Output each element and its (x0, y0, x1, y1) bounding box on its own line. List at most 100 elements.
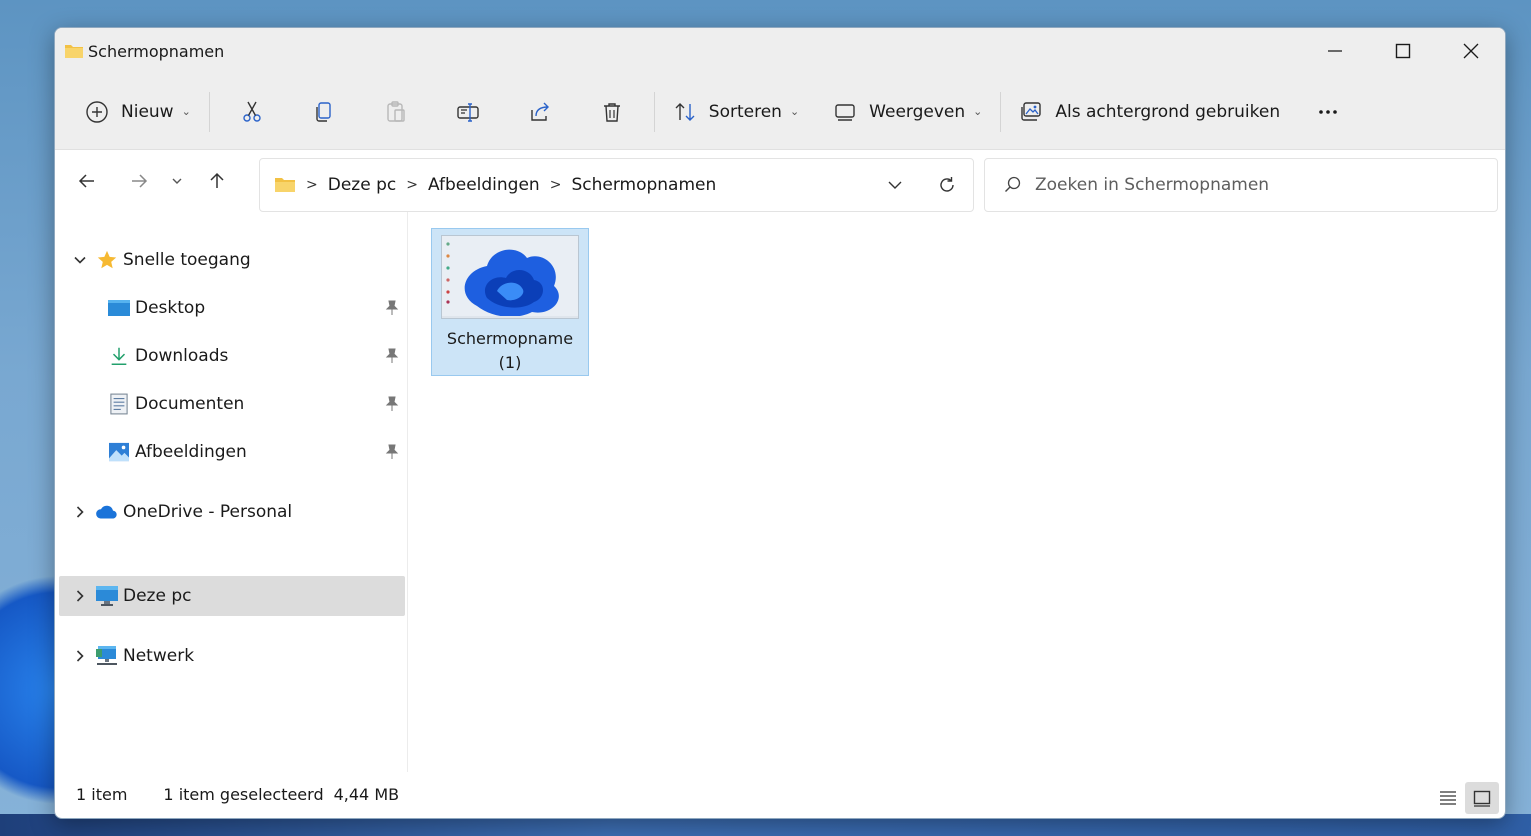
copy-icon (316, 101, 331, 122)
sort-arrows-icon (675, 102, 695, 121)
download-arrow-icon (107, 345, 131, 367)
sidebar-item-documents[interactable]: Documenten (59, 384, 405, 424)
new-button[interactable]: Nieuw ⌄ (73, 90, 203, 134)
pin-icon[interactable] (383, 347, 401, 365)
network-icon (95, 645, 119, 667)
star-icon (95, 249, 119, 271)
refresh-button[interactable] (921, 159, 973, 211)
share-button[interactable] (504, 90, 576, 134)
chevron-down-icon[interactable] (65, 254, 95, 266)
maximize-button[interactable] (1369, 28, 1437, 74)
wallpaper-icon (1021, 101, 1042, 121)
pictures-icon (107, 441, 131, 463)
breadcrumb-item-this-pc[interactable]: Deze pc (328, 175, 396, 195)
large-icons-view-button[interactable] (1465, 782, 1499, 814)
close-button[interactable] (1437, 28, 1505, 74)
trash-icon (603, 102, 620, 122)
chevron-down-icon: ⌄ (973, 105, 983, 118)
breadcrumb: > Deze pc > Afbeeldingen > Schermopnamen (274, 175, 716, 195)
chevron-right-icon[interactable] (65, 506, 95, 518)
sidebar-item-onedrive[interactable]: OneDrive - Personal (59, 492, 405, 532)
view-icon (835, 103, 855, 121)
pane-splitter[interactable] (407, 212, 408, 772)
sidebar-item-this-pc[interactable]: Deze pc (59, 576, 405, 616)
forward-button[interactable] (116, 161, 162, 201)
view-button[interactable]: Weergeven ⌄ (821, 90, 994, 134)
cut-button[interactable] (216, 90, 288, 134)
pin-icon[interactable] (383, 395, 401, 413)
minimize-button[interactable] (1301, 28, 1369, 74)
refresh-icon (940, 177, 954, 192)
paste-button[interactable] (360, 90, 432, 134)
set-as-background-button[interactable]: Als achtergrond gebruiken (1007, 90, 1292, 134)
recent-locations-button[interactable] (162, 161, 192, 201)
sidebar-item-label: Documenten (135, 394, 245, 414)
window-title: Schermopnamen (88, 41, 225, 61)
back-button[interactable] (64, 161, 110, 201)
delete-button[interactable] (576, 90, 648, 134)
rename-icon (457, 102, 479, 122)
cloud-icon (95, 501, 119, 523)
file-name-line: Schermopname (446, 329, 574, 348)
toolbar-divider (653, 91, 655, 132)
folder-icon (275, 178, 295, 192)
pin-icon[interactable] (383, 443, 401, 461)
minimize-icon (1328, 50, 1342, 52)
pin-icon[interactable] (383, 299, 401, 317)
address-bar[interactable]: > Deze pc > Afbeeldingen > Schermopnamen (259, 158, 974, 212)
file-explorer-window: Schermopnamen Nieuw ⌄ Sorteren ⌄ Weergev… (54, 27, 1506, 819)
chevron-right-icon[interactable] (65, 650, 95, 662)
toolbar-divider (208, 91, 210, 132)
search-input[interactable] (1035, 175, 1455, 195)
sidebar-item-label: Afbeeldingen (135, 442, 247, 462)
breadcrumb-item-pictures[interactable]: Afbeeldingen (428, 175, 540, 195)
window-controls (1301, 28, 1505, 74)
set-as-background-label: Als achtergrond gebruiken (1055, 101, 1281, 122)
selection-size: 4,44 MB (333, 784, 400, 804)
sidebar-item-desktop[interactable]: Desktop (59, 288, 405, 328)
copy-button[interactable] (288, 90, 360, 134)
folder-icon (65, 45, 83, 58)
desktop-icon (107, 297, 131, 319)
sidebar-item-pictures[interactable]: Afbeeldingen (59, 432, 405, 472)
sidebar-item-downloads[interactable]: Downloads (59, 336, 405, 376)
sidebar-item-label: Netwerk (123, 646, 195, 666)
chevron-down-icon (172, 178, 182, 184)
selection-count: 1 item geselecteerd (163, 784, 324, 804)
sidebar-item-quick-access[interactable]: Snelle toegang (59, 240, 405, 280)
address-history-button[interactable] (869, 159, 921, 211)
file-item[interactable]: Schermopname (1) (431, 228, 589, 376)
sort-button[interactable]: Sorteren ⌄ (661, 90, 811, 134)
plus-circle-icon (86, 100, 108, 123)
tiles-icon (1473, 790, 1491, 807)
title-bar[interactable]: Schermopnamen (55, 28, 1505, 74)
monitor-icon (95, 585, 119, 607)
item-count: 1 item (76, 784, 128, 804)
up-button[interactable] (194, 161, 240, 201)
clipboard-icon (387, 100, 405, 122)
search-box[interactable] (984, 158, 1498, 212)
scissors-icon (243, 101, 261, 122)
breadcrumb-separator-icon: > (549, 177, 562, 193)
sidebar-item-label: Deze pc (123, 586, 192, 606)
breadcrumb-item-screenshots[interactable]: Schermopnamen (571, 175, 716, 195)
view-button-label: Weergeven (869, 101, 966, 122)
close-icon (1463, 43, 1479, 59)
details-view-button[interactable] (1431, 782, 1465, 814)
maximize-icon (1395, 43, 1411, 59)
document-icon (107, 393, 131, 415)
toolbar-divider (1000, 91, 1002, 132)
more-icon (1319, 109, 1337, 114)
file-name: Schermopname (1) (432, 327, 588, 375)
sidebar-item-network[interactable]: Netwerk (59, 636, 405, 676)
more-options-button[interactable] (1292, 90, 1364, 134)
view-toggles (1431, 782, 1499, 814)
arrow-left-icon (78, 174, 94, 188)
address-actions (869, 159, 973, 211)
arrow-up-icon (210, 172, 224, 188)
file-list[interactable]: Schermopname (1) (415, 212, 1505, 772)
sidebar-item-label: Snelle toegang (123, 250, 251, 270)
rename-button[interactable] (432, 90, 504, 134)
breadcrumb-separator-icon: > (306, 177, 318, 193)
chevron-right-icon[interactable] (65, 590, 95, 602)
